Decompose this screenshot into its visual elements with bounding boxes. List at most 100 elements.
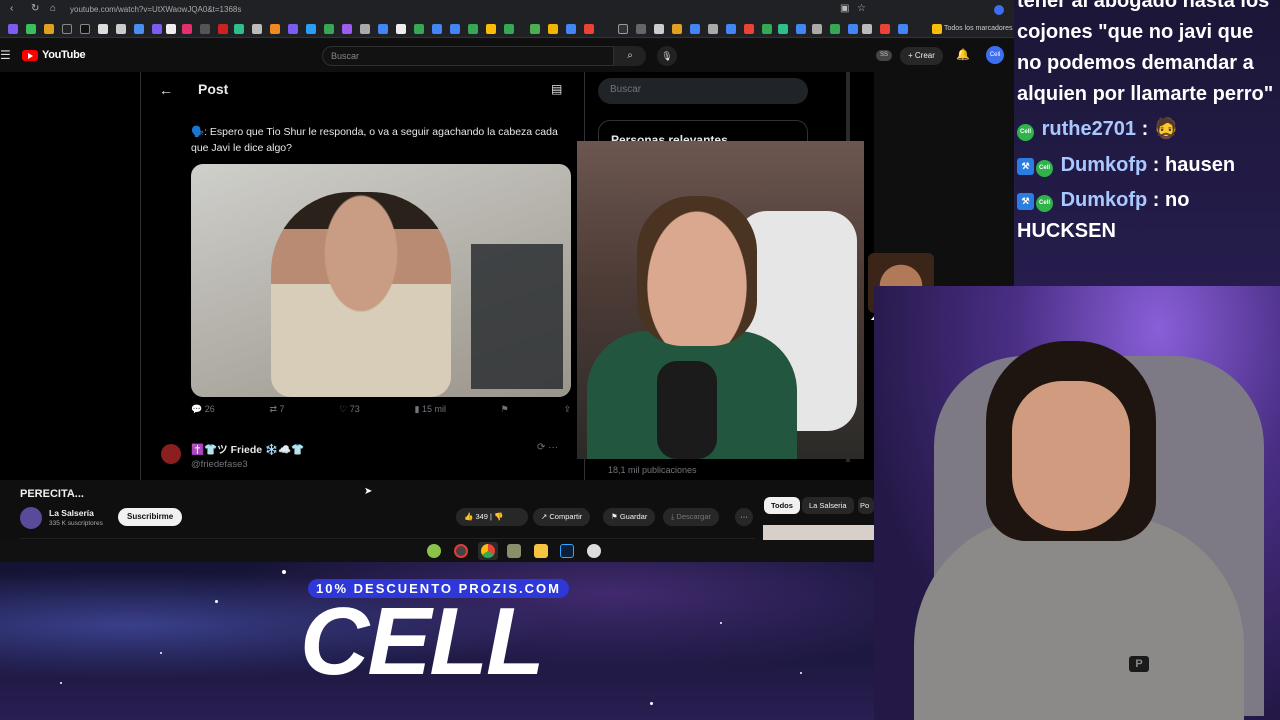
reply-author-handle[interactable]: @friedefase3 <box>191 459 248 470</box>
bookmark-icon[interactable] <box>252 24 262 34</box>
bookmark-icon[interactable] <box>898 24 908 34</box>
bookmark-icon[interactable] <box>134 24 144 34</box>
back-arrow-icon[interactable]: ← <box>159 82 173 98</box>
share-button[interactable]: ↗ Compartir <box>533 508 591 526</box>
bookmark-icon[interactable] <box>44 24 54 34</box>
bookmark-icon[interactable] <box>672 24 682 34</box>
bookmark-icon[interactable] <box>726 24 736 34</box>
views-button[interactable]: ▮ 15 mil <box>415 404 446 420</box>
extensions-icon[interactable]: ▣ <box>840 3 849 14</box>
reply-author-name[interactable]: ✝️👕ツ Friede ❄️☁️👕 <box>191 442 304 457</box>
bookmark-icon[interactable] <box>468 24 478 34</box>
youtube-logo[interactable]: YouTube <box>22 49 86 61</box>
bookmark-icon[interactable] <box>654 24 664 34</box>
bookmark-icon[interactable] <box>548 24 558 34</box>
microphone-icon[interactable]: 🎙 <box>657 46 677 66</box>
reload-icon[interactable]: ↻ <box>31 3 39 14</box>
bookmark-icon[interactable] <box>504 24 514 34</box>
bookmark-icon[interactable] <box>270 24 280 34</box>
back-icon[interactable]: ‹ <box>10 3 13 14</box>
bookmark-icon[interactable] <box>62 24 72 34</box>
folder-icon[interactable] <box>534 544 548 558</box>
search-input[interactable]: Buscar <box>322 46 614 66</box>
bookmark-star-icon[interactable]: ☆ <box>857 3 866 14</box>
ss-badge[interactable]: SS <box>876 50 892 61</box>
bookmark-icon[interactable] <box>80 24 90 34</box>
bookmark-icon[interactable] <box>618 24 628 34</box>
bookmark-icon[interactable] <box>848 24 858 34</box>
bookmark-icon[interactable] <box>152 24 162 34</box>
thumbs-down-icon[interactable]: 👎 <box>494 512 503 521</box>
bookmark-icon[interactable] <box>166 24 176 34</box>
bookmark-icon[interactable] <box>116 24 126 34</box>
bookmark-icon[interactable] <box>690 24 700 34</box>
download-button[interactable]: ⤓ Descargar <box>663 508 720 526</box>
share-icon[interactable]: ⇪ <box>563 404 571 420</box>
reader-mode-icon[interactable]: ▤ <box>551 82 562 96</box>
bookmark-icon[interactable] <box>8 24 18 34</box>
chrome-icon[interactable] <box>481 544 495 558</box>
app-icon[interactable] <box>507 544 521 558</box>
bookmark-icon[interactable] <box>98 24 108 34</box>
bookmark-icon[interactable] <box>450 24 460 34</box>
bookmark-icon[interactable] <box>566 24 576 34</box>
all-bookmarks-link[interactable]: Todos los marcadores <box>944 25 1012 32</box>
photoshop-icon[interactable] <box>560 544 574 558</box>
bookmark-icon[interactable] <box>880 24 890 34</box>
recommended-video-thumbnail[interactable] <box>763 525 874 540</box>
reply-avatar[interactable] <box>161 444 181 464</box>
account-avatar[interactable]: Cell <box>986 46 1004 64</box>
bookmark-icon[interactable] <box>218 24 228 34</box>
search-icon[interactable]: ⌕ <box>614 46 646 66</box>
bookmark-icon[interactable] <box>182 24 192 34</box>
bookmark-icon[interactable] <box>530 24 540 34</box>
chip-all[interactable]: Todos <box>764 497 800 514</box>
bookmark-icon[interactable] <box>234 24 244 34</box>
bookmark-icon[interactable] <box>708 24 718 34</box>
like-button[interactable]: 👍 349 | 👎 <box>456 508 528 526</box>
bookmark-icon[interactable] <box>200 24 210 34</box>
bookmark-icon[interactable] <box>812 24 822 34</box>
post-video-thumbnail[interactable] <box>191 164 571 397</box>
bookmark-icon[interactable] <box>288 24 298 34</box>
bookmark-icon[interactable] <box>324 24 334 34</box>
bookmark-icon[interactable] <box>762 24 772 34</box>
bookmark-icon[interactable] <box>796 24 806 34</box>
more-options-icon[interactable]: ⟳ ··· <box>537 442 558 453</box>
reply-button[interactable]: 💬 26 <box>191 404 215 420</box>
bookmark-icon[interactable] <box>360 24 370 34</box>
channel-name[interactable]: La Salsería <box>49 508 94 518</box>
menu-icon[interactable]: ☰ <box>0 48 11 62</box>
more-actions-icon[interactable]: ··· <box>735 508 753 526</box>
notifications-bell-icon[interactable]: 🔔 <box>956 48 970 61</box>
chip-la-salseria[interactable]: La Salseria <box>802 497 854 514</box>
chip-more[interactable]: Po <box>858 497 874 514</box>
spotify-icon[interactable] <box>427 544 441 558</box>
url-field[interactable]: youtube.com/watch?v=UtXWaowJQA0&t=1368s <box>70 3 870 17</box>
repost-button[interactable]: ⇄ 7 <box>269 404 284 420</box>
create-button[interactable]: + Crear <box>900 47 943 65</box>
channel-avatar[interactable] <box>20 507 42 529</box>
like-button[interactable]: ♡ 73 <box>339 404 360 420</box>
profile-icon[interactable] <box>994 5 1004 15</box>
bookmark-icon[interactable] <box>744 24 754 34</box>
video-player[interactable]: ← Post ▤ 🗣️: Espero que Tio Shur le resp… <box>0 72 874 480</box>
bookmark-button[interactable]: ⚑ <box>501 404 509 420</box>
bookmark-icon[interactable] <box>432 24 442 34</box>
save-button[interactable]: ⚑ Guardar <box>603 508 656 526</box>
app-icon[interactable] <box>454 544 468 558</box>
app-icon[interactable] <box>587 544 601 558</box>
bookmark-icon[interactable] <box>396 24 406 34</box>
home-icon[interactable]: ⌂ <box>50 3 56 14</box>
bookmark-icon[interactable] <box>342 24 352 34</box>
subscribe-button[interactable]: Suscribirme <box>118 508 183 526</box>
bookmark-icon[interactable] <box>378 24 388 34</box>
bookmark-icon[interactable] <box>486 24 496 34</box>
bookmark-icon[interactable] <box>26 24 36 34</box>
bookmark-icon[interactable] <box>584 24 594 34</box>
bookmark-icon[interactable] <box>414 24 424 34</box>
folder-icon[interactable] <box>932 24 942 34</box>
bookmark-icon[interactable] <box>830 24 840 34</box>
bookmark-icon[interactable] <box>636 24 646 34</box>
bookmark-icon[interactable] <box>778 24 788 34</box>
